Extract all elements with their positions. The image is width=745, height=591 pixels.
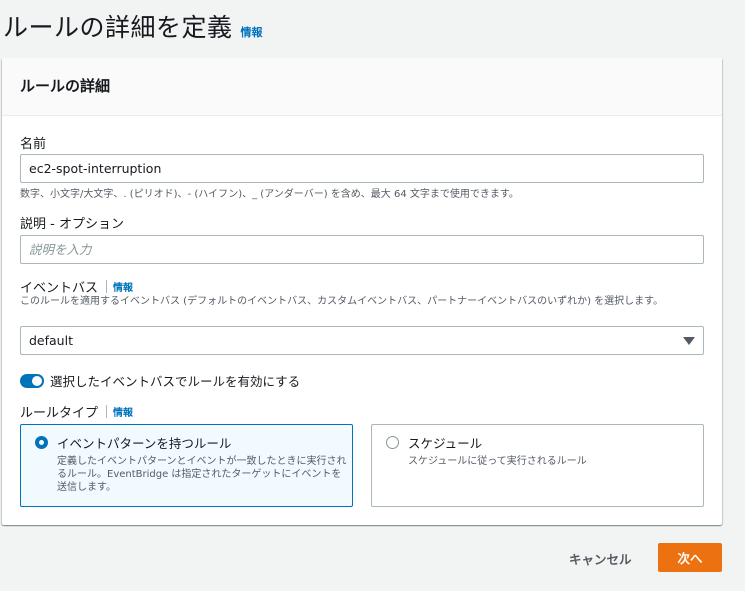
description-input[interactable] xyxy=(20,235,704,264)
panel-header: ルールの詳細 xyxy=(2,58,722,116)
rule-type-event-pattern-tile[interactable]: イベントパターンを持つルール 定義したイベントパターンとイベントが一致したときに… xyxy=(20,424,353,507)
tile-head: イベントパターンを持つルール xyxy=(35,433,338,452)
radio-unselected-icon[interactable] xyxy=(386,436,399,449)
name-input[interactable] xyxy=(20,154,704,183)
enable-rule-toggle-row: 選択したイベントバスでルールを有効にする xyxy=(20,371,300,390)
panel-title: ルールの詳細 xyxy=(20,77,111,95)
event-bus-hint: このルールを適用するイベントバス (デフォルトのイベントバス、カスタムイベントバ… xyxy=(20,296,664,307)
tile-description: スケジュールに従って実行されるルール xyxy=(408,456,587,467)
event-bus-label-row: イベントバス 情報 xyxy=(20,277,133,296)
name-hint: 数字、小文字/大文字、. (ピリオド)、- (ハイフン)、_ (アンダーバー) … xyxy=(20,189,519,200)
label-divider xyxy=(106,405,108,418)
next-button[interactable]: 次へ xyxy=(658,543,722,572)
page-header: ルールの詳細を定義 情報 xyxy=(3,8,263,44)
page-title: ルールの詳細を定義 xyxy=(3,13,233,42)
tile-head: スケジュール xyxy=(386,433,689,452)
radio-selected-icon[interactable] xyxy=(35,436,48,449)
cancel-button[interactable]: キャンセル xyxy=(557,545,644,572)
tile-title: スケジュール xyxy=(408,436,483,451)
caret-down-icon xyxy=(683,336,695,345)
page-info-link[interactable]: 情報 xyxy=(241,24,263,40)
rule-type-label: ルールタイプ xyxy=(20,406,99,421)
rule-type-info-link[interactable]: 情報 xyxy=(113,404,133,419)
enable-rule-toggle-label: 選択したイベントバスでルールを有効にする xyxy=(50,374,301,389)
event-bus-selected-value: default xyxy=(29,333,73,348)
toggle-knob xyxy=(32,375,42,386)
rule-details-panel: ルールの詳細 名前 数字、小文字/大文字、. (ピリオド)、- (ハイフン)、_… xyxy=(2,58,722,525)
tile-title: イベントパターンを持つルール xyxy=(57,436,232,451)
tile-description: 定義したイベントパターンとイベントが一致したときに実行されるルール。EventB… xyxy=(57,456,347,493)
enable-rule-toggle[interactable] xyxy=(20,373,44,388)
rule-type-schedule-tile[interactable]: スケジュール スケジュールに従って実行されるルール xyxy=(371,424,704,507)
event-bus-info-link[interactable]: 情報 xyxy=(113,279,133,294)
event-bus-label: イベントバス xyxy=(20,281,99,296)
event-bus-select[interactable]: default xyxy=(20,326,704,355)
label-divider xyxy=(106,280,108,293)
rule-type-label-row: ルールタイプ 情報 xyxy=(20,402,133,421)
name-label: 名前 xyxy=(20,137,47,152)
description-label: 説明 - オプション xyxy=(20,217,124,232)
